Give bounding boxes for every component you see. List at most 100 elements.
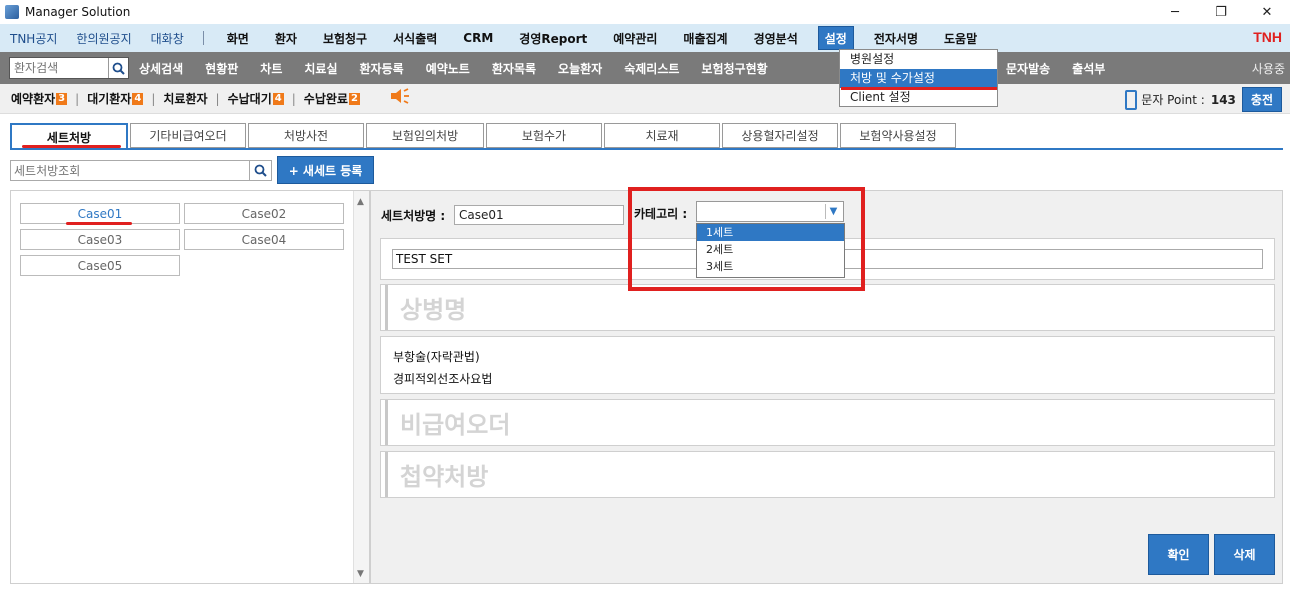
tab-prescription-dictionary[interactable]: 처방사전 (248, 123, 364, 148)
menu-reservation[interactable]: 예약관리 (600, 26, 670, 50)
patient-counts: 예약환자 3 | 대기환자 4 | 치료환자 | 수납대기 4 | 수납완료 2 (0, 87, 410, 110)
case-button-5[interactable]: Case05 (20, 255, 180, 276)
scroll-down-icon[interactable]: ▼ (357, 569, 364, 579)
tab-treatment-material[interactable]: 치료재 (604, 123, 720, 148)
new-set-button[interactable]: + 새세트 등록 (277, 156, 374, 184)
speaker-icon[interactable] (390, 87, 410, 110)
toolbar-patient-register[interactable]: 환자등록 (360, 60, 404, 77)
category-option-2[interactable]: 2세트 (697, 241, 844, 258)
dropdown-prescription-fee-settings[interactable]: 처방 및 수가설정 (840, 69, 997, 88)
status-label: 치료환자 (163, 92, 208, 106)
sms-point-area: 문자 Point : 143 충전 (1125, 87, 1282, 112)
chevron-down-icon[interactable]: ▼ (825, 204, 841, 219)
menu-patient[interactable]: 환자 (262, 26, 310, 50)
patient-toolbar: 상세검색 현황판 차트 치료실 환자등록 예약노트 환자목록 오늘환자 숙제리스… (0, 52, 1290, 84)
tab-insurance-drug-settings[interactable]: 보험약사용설정 (840, 123, 956, 148)
case-button-2[interactable]: Case02 (184, 203, 344, 224)
status-separator: | (151, 91, 156, 106)
dropdown-hospital-settings[interactable]: 병원설정 (840, 50, 997, 69)
status-separator: | (215, 91, 220, 106)
patient-search-input[interactable] (10, 58, 108, 78)
status-reserved[interactable]: 예약환자 3 (11, 90, 68, 107)
delete-button[interactable]: 삭제 (1214, 534, 1275, 575)
menu-management-analysis[interactable]: 경영분석 (741, 26, 811, 50)
case-button-3[interactable]: Case03 (20, 229, 180, 250)
procedure-item[interactable]: 부항술(자락관법) (393, 348, 480, 365)
count-badge: 3 (56, 92, 68, 105)
minimize-button[interactable]: ─ (1152, 0, 1198, 24)
menu-divider (202, 31, 204, 45)
status-label: 수납완료 (303, 92, 348, 106)
settings-tabs: 세트처방 기타비급여오더 처방사전 보험임의처방 보험수가 치료재 상용혈자리설… (10, 123, 958, 150)
herbal-prescription-section[interactable]: 첩약처방 (380, 451, 1275, 498)
charge-button[interactable]: 충전 (1241, 87, 1282, 112)
phone-icon (1125, 89, 1138, 110)
patient-status-bar: 예약환자 3 | 대기환자 4 | 치료환자 | 수납대기 4 | 수납완료 2 문자 … (0, 84, 1290, 114)
menu-screen[interactable]: 화면 (214, 26, 262, 50)
search-icon[interactable] (249, 161, 271, 180)
disease-section[interactable]: 상병명 (380, 284, 1275, 331)
tab-other-nonbenefit-order[interactable]: 기타비급여오더 (130, 123, 246, 148)
sms-point-label: 문자 Point : (1141, 93, 1205, 107)
tab-insurance-fee[interactable]: 보험수가 (486, 123, 602, 148)
maximize-button[interactable]: ❐ (1198, 0, 1244, 24)
toolbar-patient-list[interactable]: 환자목록 (492, 60, 536, 77)
menu-insurance-claim[interactable]: 보험청구 (310, 26, 380, 50)
menu-e-signature[interactable]: 전자서명 (861, 26, 931, 50)
procedure-item[interactable]: 경피적외선조사요법 (393, 370, 492, 387)
chat-link[interactable]: 대화창 (151, 30, 184, 47)
menu-settings[interactable]: 설정 (817, 26, 854, 50)
category-options: 1세트 2세트 3세트 (696, 223, 845, 278)
count-badge: 4 (272, 92, 284, 105)
category-select[interactable]: ▼ (696, 201, 844, 222)
status-in-treatment[interactable]: 치료환자 (163, 90, 207, 107)
nonbenefit-order-label: 비급여오더 (385, 400, 510, 445)
case-list-scrollbar[interactable]: ▲ ▼ (353, 191, 369, 583)
sms-point-value: 143 (1210, 92, 1236, 107)
menu-form-print[interactable]: 서식출력 (380, 26, 450, 50)
toolbar-chart[interactable]: 차트 (260, 60, 282, 77)
toolbar-homework-list[interactable]: 숙제리스트 (624, 60, 679, 77)
toolbar-reservation-note[interactable]: 예약노트 (426, 60, 470, 77)
tnh-notice-link[interactable]: TNH공지 (10, 30, 57, 47)
case-button-1[interactable]: Case01 (20, 203, 180, 224)
procedure-section: 부항술(자락관법) 경피적외선조사요법 (380, 336, 1275, 394)
menu-bar: TNH공지 한의원공지 대화창 화면 환자 보험청구 서식출력 CRM 경영Re… (0, 24, 1290, 52)
search-icon[interactable] (108, 58, 128, 78)
status-label: 대기환자 (87, 92, 132, 106)
menu-sales-summary[interactable]: 매출집계 (670, 26, 740, 50)
menu-crm[interactable]: CRM (450, 26, 506, 50)
clinic-notice-link[interactable]: 한의원공지 (76, 30, 131, 47)
status-waiting[interactable]: 대기환자 4 (87, 90, 144, 107)
toolbar-treatment-room[interactable]: 치료실 (304, 60, 337, 77)
app-icon (5, 5, 19, 19)
toolbar-attendance[interactable]: 출석부 (1072, 60, 1105, 77)
status-payment-complete[interactable]: 수납완료 2 (304, 90, 360, 107)
tab-acupoint-settings[interactable]: 상용혈자리설정 (722, 123, 838, 148)
dropdown-client-settings[interactable]: Client 설정 (840, 88, 997, 107)
set-name-input[interactable]: Case01 (454, 205, 624, 225)
highlight-underline (841, 87, 997, 90)
toolbar-send-sms[interactable]: 문자발송 (1006, 60, 1050, 77)
confirm-button[interactable]: 확인 (1148, 534, 1209, 575)
highlight-underline (66, 222, 132, 225)
tab-divider (10, 148, 1283, 150)
case-button-4[interactable]: Case04 (184, 229, 344, 250)
highlight-underline (22, 145, 121, 148)
category-option-1[interactable]: 1세트 (697, 224, 844, 241)
menu-management-report[interactable]: 경영Report (506, 26, 600, 50)
tab-insurance-custom-prescription[interactable]: 보험임의처방 (366, 123, 484, 148)
status-separator: | (75, 91, 80, 106)
status-payment-waiting[interactable]: 수납대기 4 (228, 90, 284, 107)
set-search-input[interactable] (11, 161, 249, 180)
nonbenefit-order-section[interactable]: 비급여오더 (380, 399, 1275, 446)
menu-help[interactable]: 도움말 (931, 26, 990, 50)
toolbar-status-board[interactable]: 현황판 (205, 60, 238, 77)
toolbar-today-patients[interactable]: 오늘환자 (558, 60, 602, 77)
toolbar-detail-search[interactable]: 상세검색 (139, 60, 183, 77)
brand-logo: TNH (1253, 29, 1282, 45)
toolbar-claim-status[interactable]: 보험청구현황 (701, 60, 767, 77)
close-button[interactable]: ✕ (1244, 0, 1290, 24)
category-option-3[interactable]: 3세트 (697, 258, 844, 275)
scroll-up-icon[interactable]: ▲ (357, 197, 364, 207)
